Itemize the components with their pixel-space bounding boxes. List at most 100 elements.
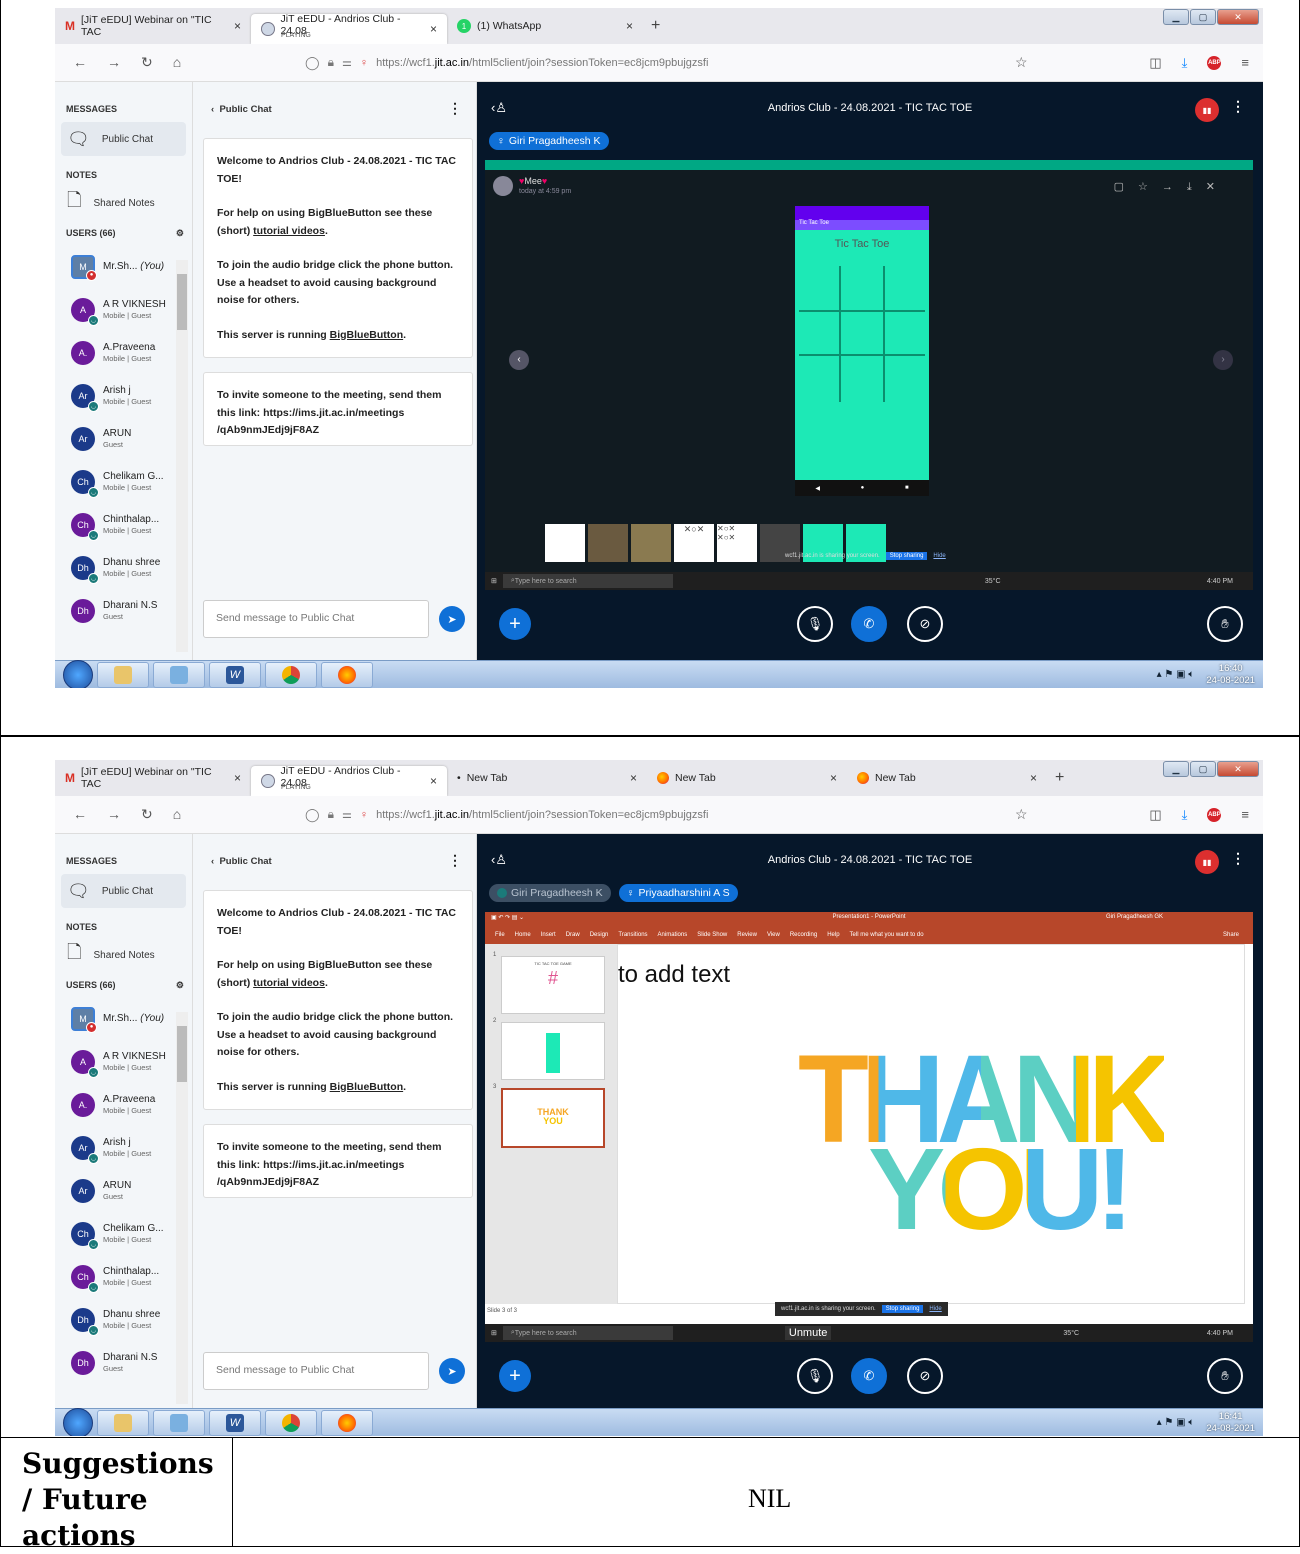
url-bar[interactable]: ◯ 🔒︎ ⚌ ♀ https://wcf1.jit.ac.in/html5cli… (305, 807, 708, 823)
home-icon[interactable]: ⌂ (173, 806, 181, 823)
pocket-icon[interactable]: ◫ (1149, 807, 1161, 823)
gear-icon[interactable]: ⚙ (176, 228, 184, 239)
browser-tab[interactable]: New Tab × (647, 763, 847, 793)
word-taskbar-icon[interactable]: W (209, 661, 261, 688)
maximize-icon[interactable]: ▢ (1190, 761, 1216, 777)
reload-icon[interactable]: ↻ (141, 806, 153, 823)
slide-thumb-1[interactable]: TIC TAC TOE GAME # (501, 956, 605, 1014)
users-scrollbar[interactable] (176, 260, 188, 652)
user-item[interactable]: Ch ◡ Chinthalap... Mobile | Guest (55, 503, 192, 546)
options-icon[interactable]: ⋮ (1231, 98, 1245, 115)
raise-hand-button[interactable]: ✋︎ (1207, 1358, 1243, 1394)
home-icon[interactable]: ⌂ (173, 54, 181, 71)
bookmark-star-icon[interactable]: ☆ (1015, 806, 1028, 823)
tutorial-link[interactable]: tutorial videos (253, 225, 325, 237)
new-tab-icon[interactable]: + (651, 17, 660, 35)
firefox-taskbar-icon[interactable] (321, 1409, 373, 1436)
user-item[interactable]: Ar ◡ Arish j Mobile | Guest (55, 374, 192, 417)
raise-hand-button[interactable]: ✋︎ (1207, 606, 1243, 642)
user-item[interactable]: A ◡ A R VIKNESH Mobile | Guest (55, 1040, 192, 1083)
user-item[interactable]: Ch ◡ Chelikam G... Mobile | Guest (55, 1212, 192, 1255)
explorer-taskbar-icon[interactable] (97, 661, 149, 688)
start-button[interactable] (63, 659, 93, 688)
user-item[interactable]: Dh ◡ Dhanu shree Mobile | Guest (55, 1298, 192, 1341)
user-item[interactable]: Ar ARUN Guest (55, 417, 192, 460)
close-tab-icon[interactable]: × (1030, 771, 1037, 785)
slide-thumb-2[interactable] (501, 1022, 605, 1080)
public-chat-item[interactable]: 🗨︎ Public Chat (61, 874, 186, 908)
bbb-link[interactable]: BigBlueButton (330, 329, 404, 341)
back-icon[interactable]: ← (73, 806, 87, 823)
browser-tab[interactable]: New Tab × (847, 763, 1047, 793)
word-taskbar-icon[interactable]: W (209, 1409, 261, 1436)
user-item[interactable]: M ● Mr.Sh... (You) (55, 245, 192, 288)
connection-status-icon[interactable]: ▮▮ (1195, 850, 1219, 874)
notepad-taskbar-icon[interactable] (153, 1409, 205, 1436)
send-button[interactable]: ➤ (439, 1358, 465, 1384)
actions-button[interactable]: + (499, 1360, 531, 1392)
close-window-icon[interactable]: ✕ (1217, 9, 1259, 25)
menu-icon[interactable]: ≡ (1241, 55, 1249, 70)
camera-button[interactable]: ⊘ (907, 606, 943, 642)
options-icon[interactable]: ⋮ (1231, 850, 1245, 867)
download-icon[interactable]: ⤓ (1182, 55, 1188, 71)
chat-input[interactable]: Send message to Public Chat (203, 1352, 429, 1390)
chat-input[interactable]: Send message to Public Chat (203, 600, 429, 638)
forward-icon[interactable]: → (107, 54, 121, 71)
close-tab-icon[interactable]: × (830, 771, 837, 785)
adblock-icon[interactable]: ABP (1207, 55, 1222, 70)
users-scrollbar[interactable] (176, 1012, 188, 1404)
user-item[interactable]: Ch ◡ Chelikam G... Mobile | Guest (55, 460, 192, 503)
close-tab-icon[interactable]: × (626, 19, 633, 33)
mute-button[interactable]: 🎙︎ (797, 606, 833, 642)
audio-phone-button[interactable]: ✆ (851, 1358, 887, 1394)
user-item[interactable]: Dh Dharani N.S Guest (55, 1341, 192, 1384)
bookmark-star-icon[interactable]: ☆ (1015, 54, 1028, 71)
slide-thumb-3[interactable]: THANK YOU (501, 1088, 605, 1148)
forward-icon[interactable]: → (107, 806, 121, 823)
user-item[interactable]: A. A.Praveena Mobile | Guest (55, 331, 192, 374)
pocket-icon[interactable]: ◫ (1149, 55, 1161, 71)
minimize-icon[interactable]: ▁ (1163, 9, 1189, 25)
close-tab-icon[interactable]: × (234, 19, 241, 33)
shared-notes-item[interactable]: 🗋︎ Shared Notes (61, 940, 186, 970)
browser-tab[interactable]: • New Tab × (447, 763, 647, 793)
close-tab-icon[interactable]: × (430, 22, 437, 36)
bbb-link[interactable]: BigBlueButton (330, 1081, 404, 1093)
browser-tab[interactable]: M [JiT eEDU] Webinar on "TIC TAC × (55, 763, 251, 793)
explorer-taskbar-icon[interactable] (97, 1409, 149, 1436)
url-bar[interactable]: ◯ 🔒︎ ⚌ ♀ https://wcf1.jit.ac.in/html5cli… (305, 55, 708, 71)
close-tab-icon[interactable]: × (234, 771, 241, 785)
close-tab-icon[interactable]: × (430, 774, 437, 788)
menu-icon[interactable]: ≡ (1241, 807, 1249, 822)
actions-button[interactable]: + (499, 608, 531, 640)
shared-notes-item[interactable]: 🗋︎ Shared Notes (61, 188, 186, 218)
close-tab-icon[interactable]: × (630, 771, 637, 785)
tutorial-link[interactable]: tutorial videos (253, 977, 325, 989)
user-item[interactable]: Dh Dharani N.S Guest (55, 589, 192, 632)
user-item[interactable]: Ar ARUN Guest (55, 1169, 192, 1212)
download-icon[interactable]: ⤓ (1182, 807, 1188, 823)
browser-tab[interactable]: M [JiT eEDU] Webinar on "TIC TAC × (55, 11, 251, 41)
chat-header[interactable]: ‹ Public Chat (211, 104, 272, 115)
chrome-taskbar-icon[interactable] (265, 1409, 317, 1436)
reload-icon[interactable]: ↻ (141, 54, 153, 71)
user-item[interactable]: Dh ◡ Dhanu shree Mobile | Guest (55, 546, 192, 589)
gear-icon[interactable]: ⚙ (176, 980, 184, 991)
minimize-icon[interactable]: ▁ (1163, 761, 1189, 777)
chrome-taskbar-icon[interactable] (265, 661, 317, 688)
user-item[interactable]: A. A.Praveena Mobile | Guest (55, 1083, 192, 1126)
browser-tab-active[interactable]: JiT eEDU - Andrios Club - 24.08 PLAYING … (251, 765, 447, 796)
camera-button[interactable]: ⊘ (907, 1358, 943, 1394)
connection-status-icon[interactable]: ▮▮ (1195, 98, 1219, 122)
maximize-icon[interactable]: ▢ (1190, 9, 1216, 25)
adblock-icon[interactable]: ABP (1207, 807, 1222, 822)
public-chat-item[interactable]: 🗨︎ Public Chat (61, 122, 186, 156)
browser-tab-active[interactable]: JiT eEDU - Andrios Club - 24.08 PLAYING … (251, 13, 447, 44)
user-item[interactable]: A ◡ A R VIKNESH Mobile | Guest (55, 288, 192, 331)
audio-phone-button[interactable]: ✆ (851, 606, 887, 642)
firefox-taskbar-icon[interactable] (321, 661, 373, 688)
browser-tab[interactable]: 1 (1) WhatsApp × (447, 11, 643, 41)
chat-options-icon[interactable]: ⋮ (448, 100, 462, 117)
notepad-taskbar-icon[interactable] (153, 661, 205, 688)
